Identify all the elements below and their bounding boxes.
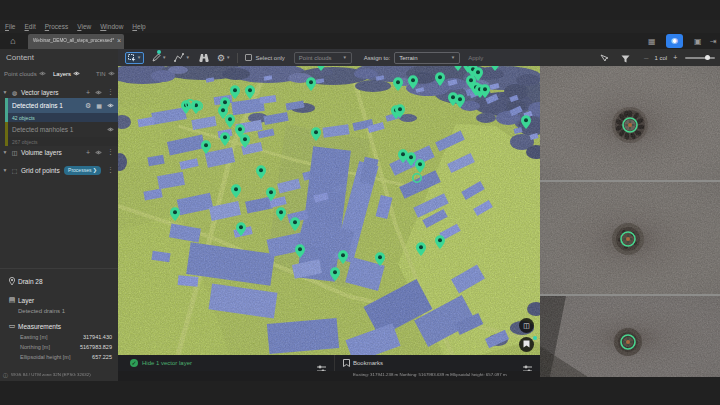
tab-layers[interactable]: Layers [53,71,87,77]
assign-target-dropdown[interactable]: Terrain ▼ [394,52,460,64]
measurements-icon: ▭ [6,322,18,330]
info-icon: ⓘ [3,372,8,378]
columns-label: 1 col [654,55,667,61]
decrease-columns-button[interactable]: – [644,53,648,62]
bookmark-options-icon[interactable] [523,359,532,367]
layer-options-icon[interactable] [317,359,326,367]
selection-detail-panel: Drain 28 ▤ Layer Detected drains 1 ▭ Mea… [0,268,118,360]
cursor-coordinates: Easting: 317941.238 m Northing: 5167983.… [353,372,507,377]
drain-layer-stripe [5,98,8,122]
menu-view[interactable]: View [77,23,91,30]
polyline-tool-button[interactable]: ▼ [174,53,189,62]
collapse-caret-icon[interactable]: ▼ [0,89,10,95]
check-icon: ✓ [130,359,138,367]
tab-point-clouds[interactable]: Point clouds [4,71,48,77]
layer-row-detected-manholes[interactable]: Detected manholes 1 267 objects [5,122,118,146]
sidebar-tabs: Point clouds Layers TIN [4,68,116,79]
grid-view-icon[interactable]: ▦ [648,36,656,47]
menu-window[interactable]: Window [100,23,123,30]
grid-of-points-icon: ⬚ [10,167,19,174]
select-tool-button[interactable]: ▼ [125,52,144,64]
selected-object-title: Drain 28 [18,278,43,285]
map-3d-viewport[interactable] [118,66,540,355]
bookmark-view-button[interactable] [519,337,534,352]
point-mode-button[interactable]: ◉ [666,34,683,48]
hide-vector-layer-button[interactable]: Hide 1 vector layer [142,360,192,366]
image-divider [540,180,720,182]
layer-lock-icon[interactable]: ▦ [96,102,102,109]
home-icon[interactable]: ⌂ [6,36,20,47]
menu-help[interactable]: Help [132,23,145,30]
apply-button[interactable]: Apply [468,55,483,61]
volume-layers-icon: ◫ [10,149,19,156]
coordinate-statusbar: Easting: 317941.238 m Northing: 5167983.… [118,371,540,381]
add-layer-icon[interactable]: + [86,149,90,156]
detail-layer-value: Detected drains 1 [18,308,65,314]
more-options-icon[interactable]: ⋮ [107,166,114,174]
collapse-caret-icon[interactable]: ▼ [0,167,10,173]
manhole-layer-stripe [5,122,8,146]
layer-visibility-icon[interactable] [107,127,114,132]
viewport-toolbar: ▼ ▼ ▼ ⚙ ▼ Select only Point clouds ▼ Ass… [118,49,540,66]
detection-images[interactable] [540,66,720,377]
more-options-icon[interactable]: ⋮ [107,148,114,156]
easting-value: 317941.430 [83,334,112,340]
point-clouds-dropdown[interactable]: Point clouds ▼ [294,52,352,64]
northing-value: 5167983.829 [80,344,112,350]
document-tab[interactable]: Webinar_DEMO_all_steps_processed* × [28,34,124,49]
crs-selector[interactable]: ⓘ WGS 84 / UTM zone 32N (EPSG 32632) ✎ [3,370,118,379]
collapse-panel-icon[interactable]: ⇥ [710,36,717,47]
assign-to-label: Assign to: [364,55,390,61]
bookmarks-button[interactable]: Bookmarks [353,360,383,366]
view-settings-button[interactable]: ⚙ ▼ [217,53,231,63]
detection-image-list [540,66,720,377]
bookmark-notification-dot [533,336,537,340]
menu-process[interactable]: Process [45,23,69,30]
bookmark-icon [343,359,350,367]
draw-tool-button[interactable]: ▼ [152,53,166,62]
volume-layers-header[interactable]: ▼ ◫ Volume layers +⋮ [0,146,118,158]
split-view-button[interactable]: ◫ [519,318,534,333]
filter-icon[interactable] [621,49,630,67]
gear-icon: ⚙ [217,53,225,63]
pointcloud-noise-light [118,66,540,355]
select-only-checkbox[interactable]: Select only [245,54,284,61]
document-tab-title: Webinar_DEMO_all_steps_processed* [33,38,114,44]
select-images-icon[interactable] [600,49,609,67]
menu-file[interactable]: File [5,23,16,30]
panel-view-icon[interactable]: ▣ [694,36,702,47]
increase-columns-button[interactable]: + [673,54,677,61]
height-value: 657.225 [92,354,112,360]
explore-tool-icon[interactable] [199,53,209,62]
vector-layers-icon: ◍ [10,89,19,96]
tab-close-icon[interactable]: × [117,37,121,44]
layer-icon: ▤ [6,296,18,304]
tab-tin[interactable]: TIN [96,71,115,77]
detail-panel-toolbar: – 1 col + [540,49,720,66]
menu-edit[interactable]: Edit [25,23,36,30]
image-size-slider[interactable] [685,57,715,59]
pin-icon [6,277,18,286]
menu-bar: File Edit Process View Window Help [0,20,720,33]
more-options-icon[interactable]: ⋮ [107,88,114,96]
vector-layers-header[interactable]: ▼ ◍ Vector layers +⋮ [0,86,118,98]
slider-knob[interactable] [705,55,710,60]
image-divider [540,294,720,296]
processes-badge[interactable]: Processes ❯ [64,166,101,175]
layer-settings-icon[interactable]: ⚙ [85,102,91,110]
draw-tool-active-dot [157,50,161,54]
checkbox-icon [245,54,252,61]
grid-of-points-header[interactable]: ▼ ⬚ Grid of points Processes ❯ ⋮ [0,164,118,176]
viewport-footer: ✓ Hide 1 vector layer Bookmarks [118,355,540,371]
sidebar-title: Content [6,53,34,62]
layer-row-detected-drains[interactable]: Detected drains 1 ⚙ ▦ 42 objects [5,98,118,122]
layer-visibility-icon[interactable] [107,103,114,108]
add-layer-icon[interactable]: + [86,89,90,96]
collapse-caret-icon[interactable]: ▼ [0,149,10,155]
